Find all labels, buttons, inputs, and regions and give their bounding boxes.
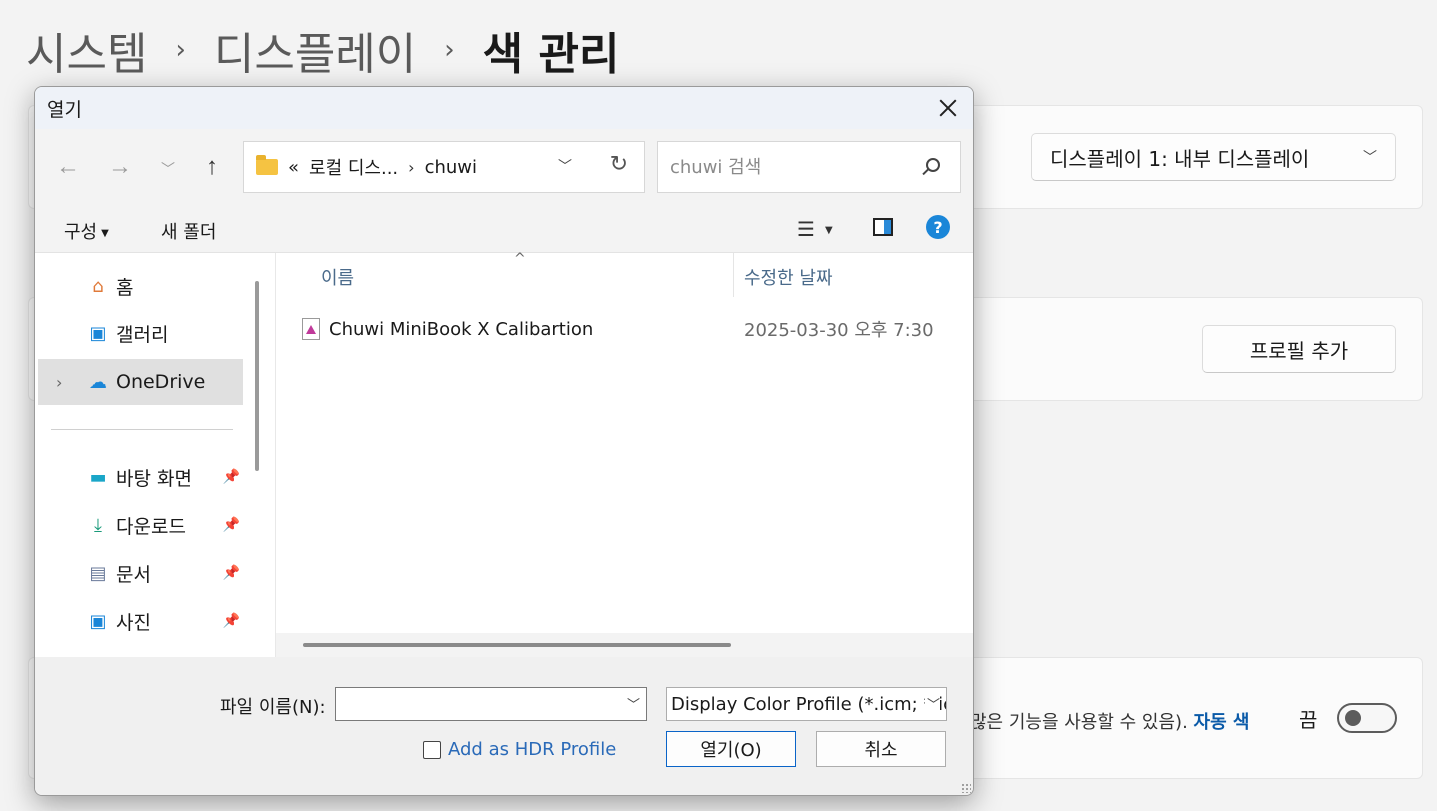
close-icon[interactable]	[937, 97, 959, 119]
nav-item-label: 홈	[116, 276, 134, 299]
pin-icon[interactable]: 📌	[223, 565, 240, 581]
column-divider[interactable]	[733, 253, 734, 297]
chevron-down-icon: ﹀	[1363, 150, 1377, 166]
pin-icon[interactable]: 📌	[223, 469, 240, 485]
display-select-value: 디스플레이 1: 내부 디스플레이	[1050, 146, 1310, 171]
breadcrumb-display[interactable]: 디스플레이	[214, 18, 416, 82]
open-file-dialog: 열기 ← → ﹀ ↑ « 로컬 디스... › chuwi ﹀ ↻ 구성▼ 새 …	[34, 86, 974, 796]
nav-item-gallery[interactable]: ▣ 갤러리	[38, 310, 243, 356]
folder-icon	[256, 155, 278, 175]
search-icon[interactable]	[926, 158, 940, 172]
file-date: 2025-03-30 오후 7:30	[744, 320, 934, 341]
nav-item-label: 다운로드	[116, 515, 186, 538]
dialog-toolbar: 구성 ▼ 새 폴더 ☰ ▼ ?	[35, 205, 973, 253]
file-row[interactable]: Chuwi MiniBook X Calibartion 2025-03-30 …	[302, 313, 962, 345]
nav-scrollbar[interactable]	[255, 281, 259, 471]
toggle-knob	[1345, 710, 1361, 726]
chevron-down-icon[interactable]: ﹀	[558, 156, 572, 176]
nav-item-label: 바탕 화면	[116, 467, 192, 490]
caret-down-icon: ▼	[101, 227, 109, 239]
chevron-right-icon[interactable]: ›	[56, 373, 62, 392]
nav-item-documents[interactable]: ▤ 문서 📌	[38, 550, 243, 596]
navigation-pane: ⌂ 홈 ▣ 갤러리 › ☁ OneDrive ▬ 바탕 화면 📌 ⤓ 다운로드 …	[35, 253, 275, 657]
resize-grip-icon[interactable]	[961, 783, 971, 793]
navigation-bar: ← → ﹀ ↑ « 로컬 디스... › chuwi ﹀ ↻	[35, 129, 973, 205]
download-icon: ⤓	[94, 514, 102, 536]
file-type-select[interactable]: Display Color Profile (*.icm; *.icc) ﹀	[666, 687, 947, 721]
file-type-value: Display Color Profile (*.icm; *.icc)	[671, 693, 947, 715]
chevron-right-icon: ›	[444, 35, 455, 65]
chevron-right-icon: ›	[175, 35, 186, 65]
cancel-button[interactable]: 취소	[816, 731, 946, 767]
pin-icon[interactable]: 📌	[223, 517, 240, 533]
view-options-button[interactable]: ☰ ▼	[797, 217, 833, 241]
forward-arrow-icon[interactable]: →	[105, 153, 135, 181]
desktop-icon: ▬	[89, 466, 107, 488]
nav-item-desktop[interactable]: ▬ 바탕 화면 📌	[38, 454, 243, 500]
onedrive-icon: ☁	[89, 371, 107, 393]
chevron-down-icon: ﹀	[924, 694, 940, 713]
chevron-right-icon[interactable]: ›	[408, 158, 414, 177]
nav-item-label: OneDrive	[116, 371, 206, 393]
file-name: Chuwi MiniBook X Calibartion	[329, 318, 594, 340]
page-title: 색 관리	[482, 29, 620, 80]
address-segment-chuwi[interactable]: chuwi	[425, 157, 477, 178]
back-arrow-icon[interactable]: ←	[53, 153, 83, 181]
add-profile-button[interactable]: 프로필 추가	[1202, 325, 1396, 373]
refresh-icon[interactable]: ↻	[610, 152, 628, 177]
hdr-profile-option[interactable]: Add as HDR Profile	[423, 739, 616, 760]
nav-item-downloads[interactable]: ⤓ 다운로드 📌	[38, 502, 243, 548]
dialog-titlebar: 열기	[35, 87, 973, 129]
file-list: ^ 이름 수정한 날짜 Chuwi MiniBook X Calibartion…	[276, 251, 973, 657]
nav-item-pictures[interactable]: ▣ 사진 📌	[38, 598, 243, 644]
search-input[interactable]	[670, 156, 910, 178]
open-button[interactable]: 열기(O)	[666, 731, 796, 767]
breadcrumb-system[interactable]: 시스템	[26, 18, 147, 82]
auto-color-description: 많은 기능을 사용할 수 있음). 자동 색	[970, 708, 1249, 734]
help-icon[interactable]: ?	[926, 215, 950, 239]
dialog-title: 열기	[47, 98, 82, 121]
hdr-profile-label[interactable]: Add as HDR Profile	[448, 739, 616, 760]
pictures-icon: ▣	[89, 610, 107, 632]
auto-color-toggle[interactable]	[1337, 703, 1397, 733]
auto-color-text: 많은 기능을 사용할 수 있음).	[970, 712, 1188, 733]
pin-icon[interactable]: 📌	[223, 613, 240, 629]
new-folder-button[interactable]: 새 폴더	[161, 218, 216, 244]
display-select[interactable]: 디스플레이 1: 내부 디스플레이 ﹀	[1031, 133, 1396, 181]
address-bar[interactable]: « 로컬 디스... › chuwi ﹀ ↻	[243, 141, 645, 193]
home-icon: ⌂	[92, 275, 104, 297]
up-arrow-icon[interactable]: ↑	[197, 153, 227, 181]
hdr-profile-checkbox[interactable]	[423, 740, 441, 759]
column-header-date[interactable]: 수정한 날짜	[744, 264, 833, 290]
address-segment-local-disk[interactable]: 로컬 디스...	[309, 154, 398, 180]
dialog-footer: 파일 이름(N): ﹀ Display Color Profile (*.icm…	[35, 657, 973, 795]
color-profile-icon	[302, 318, 320, 340]
horizontal-scrollbar[interactable]	[303, 643, 731, 647]
nav-item-home[interactable]: ⌂ 홈	[38, 263, 243, 309]
nav-item-label: 문서	[116, 563, 151, 586]
organize-label: 구성	[64, 222, 98, 243]
toggle-state-label: 끔	[1299, 708, 1318, 732]
column-header-name[interactable]: 이름	[321, 264, 354, 290]
address-overflow[interactable]: «	[288, 157, 299, 178]
column-header-row: ^ 이름 수정한 날짜	[276, 251, 973, 297]
file-name-label: 파일 이름(N):	[220, 697, 326, 718]
nav-item-label: 갤러리	[116, 323, 169, 346]
recent-locations-icon[interactable]: ﹀	[153, 159, 183, 179]
breadcrumb: 시스템 › 디스플레이 › 색 관리	[26, 18, 619, 82]
organize-menu[interactable]: 구성 ▼	[64, 218, 109, 244]
nav-item-label: 사진	[116, 611, 151, 634]
preview-pane-icon[interactable]	[873, 218, 893, 236]
list-view-icon: ☰	[797, 217, 815, 241]
sort-ascending-icon: ^	[514, 251, 526, 267]
nav-divider	[51, 429, 233, 430]
chevron-down-icon[interactable]: ﹀	[627, 694, 640, 713]
auto-color-link[interactable]: 자동 색	[1194, 712, 1250, 733]
documents-icon: ▤	[89, 562, 107, 584]
gallery-icon: ▣	[89, 322, 107, 344]
search-box[interactable]	[657, 141, 961, 193]
file-name-input[interactable]: ﹀	[335, 687, 647, 721]
caret-down-icon: ▼	[824, 225, 833, 236]
nav-item-onedrive[interactable]: › ☁ OneDrive	[38, 359, 243, 405]
